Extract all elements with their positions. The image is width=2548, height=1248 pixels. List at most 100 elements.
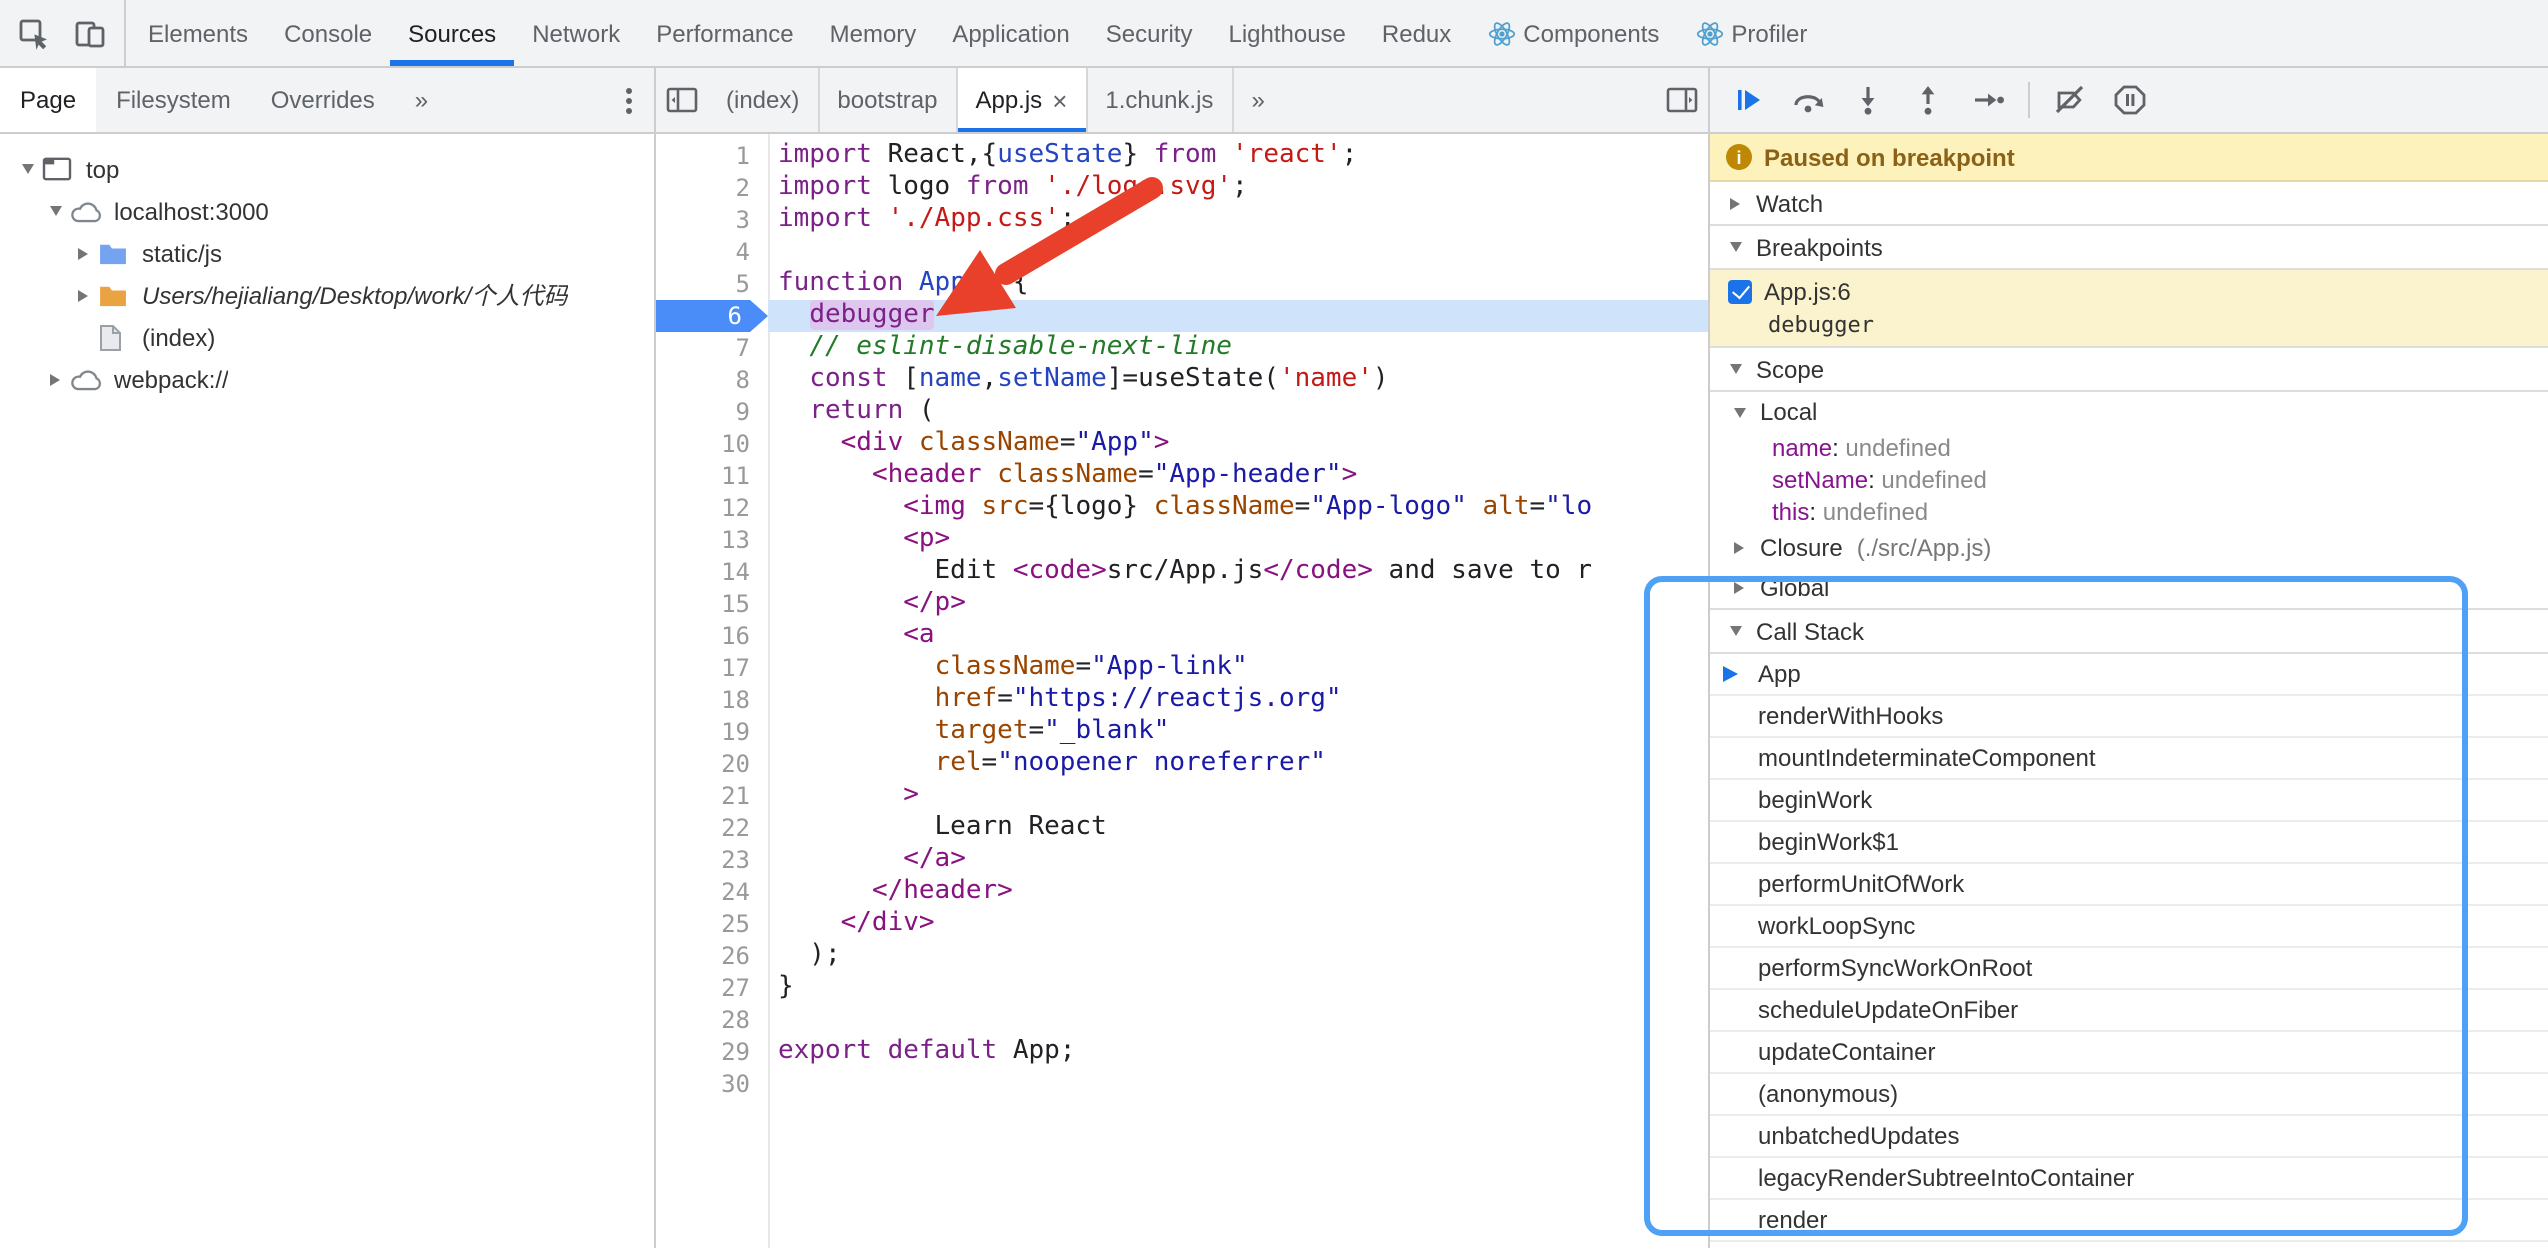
call-stack-frame[interactable]: beginWork [1710, 780, 2548, 822]
line-number[interactable]: 4 [656, 236, 768, 268]
step-into-button[interactable] [1840, 74, 1896, 126]
call-stack-frame[interactable]: scheduleUpdateOnFiber [1710, 990, 2548, 1032]
code-line-29[interactable]: 29export default App; [656, 1036, 1708, 1068]
line-number[interactable]: 22 [656, 812, 768, 844]
line-number[interactable]: 8 [656, 364, 768, 396]
line-number[interactable]: 27 [656, 972, 768, 1004]
code-line-19[interactable]: 19 target="_blank" [656, 716, 1708, 748]
code-line-21[interactable]: 21 > [656, 780, 1708, 812]
tab-console[interactable]: Console [266, 0, 390, 66]
tab-profiler[interactable]: Profiler [1677, 0, 1825, 66]
tree-item-localhost-3000[interactable]: localhost:3000 [0, 190, 654, 232]
call-stack-frame[interactable]: render [1710, 1200, 2548, 1242]
tab-application[interactable]: Application [934, 0, 1087, 66]
code-line-14[interactable]: 14 Edit <code>src/App.js</code> and save… [656, 556, 1708, 588]
code-line-4[interactable]: 4 [656, 236, 1708, 268]
code-line-11[interactable]: 11 <header className="App-header"> [656, 460, 1708, 492]
line-number[interactable]: 3 [656, 204, 768, 236]
line-number[interactable]: 17 [656, 652, 768, 684]
sidebar-tab-overrides[interactable]: Overrides [251, 68, 395, 132]
code-line-27[interactable]: 27} [656, 972, 1708, 1004]
code-line-2[interactable]: 2import logo from './logo.svg'; [656, 172, 1708, 204]
code-editor[interactable]: 1import React,{useState} from 'react';2i… [656, 134, 1710, 1248]
code-line-7[interactable]: 7 // eslint-disable-next-line [656, 332, 1708, 364]
deactivate-breakpoints-button[interactable] [2042, 74, 2098, 126]
pause-on-exceptions-button[interactable] [2102, 74, 2158, 126]
code-line-1[interactable]: 1import React,{useState} from 'react'; [656, 140, 1708, 172]
line-number[interactable]: 29 [656, 1036, 768, 1068]
tab-memory[interactable]: Memory [812, 0, 935, 66]
call-stack-frame[interactable]: updateContainer [1710, 1032, 2548, 1074]
tab-sources[interactable]: Sources [390, 0, 514, 66]
scope-variable[interactable]: this: undefined [1710, 496, 2548, 528]
code-line-17[interactable]: 17 className="App-link" [656, 652, 1708, 684]
tree-item-index[interactable]: (index) [0, 316, 654, 358]
toggle-navigator-icon[interactable] [656, 68, 708, 132]
inspect-element-icon[interactable] [6, 7, 62, 59]
step-out-button[interactable] [1900, 74, 1956, 126]
line-number[interactable]: 7 [656, 332, 768, 364]
editor-tab-item[interactable]: » [1233, 68, 1282, 132]
checkbox-checked-icon[interactable] [1728, 279, 1752, 303]
sidebar-tab-filesystem[interactable]: Filesystem [96, 68, 251, 132]
code-line-24[interactable]: 24 </header> [656, 876, 1708, 908]
section-scope[interactable]: Scope [1710, 348, 2548, 392]
call-stack-frame[interactable]: performSyncWorkOnRoot [1710, 948, 2548, 990]
tab-performance[interactable]: Performance [638, 0, 811, 66]
line-number[interactable]: 14 [656, 556, 768, 588]
editor-tab-bootstrap[interactable]: bootstrap [819, 68, 957, 132]
code-line-22[interactable]: 22 Learn React [656, 812, 1708, 844]
call-stack-frame[interactable]: workLoopSync [1710, 906, 2548, 948]
sidebar-tab-item[interactable]: » [395, 68, 448, 132]
tab-elements[interactable]: Elements [130, 0, 266, 66]
call-stack-frame[interactable]: unbatchedUpdates [1710, 1116, 2548, 1158]
line-number[interactable]: 18 [656, 684, 768, 716]
tree-item-users-hejialiang-desktop-work[interactable]: Users/hejialiang/Desktop/work/个人代码 [0, 274, 654, 316]
line-number[interactable]: 11 [656, 460, 768, 492]
code-line-5[interactable]: 5function App() { [656, 268, 1708, 300]
line-number[interactable]: 12 [656, 492, 768, 524]
code-line-23[interactable]: 23 </a> [656, 844, 1708, 876]
tab-network[interactable]: Network [514, 0, 638, 66]
scope-group-global[interactable]: Global [1710, 568, 2548, 608]
code-line-10[interactable]: 10 <div className="App"> [656, 428, 1708, 460]
section-call-stack[interactable]: Call Stack [1710, 610, 2548, 654]
code-line-25[interactable]: 25 </div> [656, 908, 1708, 940]
code-line-13[interactable]: 13 <p> [656, 524, 1708, 556]
line-number[interactable]: 16 [656, 620, 768, 652]
device-toolbar-icon[interactable] [62, 7, 118, 59]
editor-tab-1-chunk-js[interactable]: 1.chunk.js [1087, 68, 1233, 132]
tab-redux[interactable]: Redux [1364, 0, 1469, 66]
breakpoint-marker[interactable]: 6 [656, 300, 768, 332]
code-line-3[interactable]: 3import './App.css'; [656, 204, 1708, 236]
code-line-28[interactable]: 28 [656, 1004, 1708, 1036]
call-stack-frame[interactable]: (anonymous) [1710, 1074, 2548, 1116]
code-line-30[interactable]: 30 [656, 1068, 1708, 1100]
breakpoint-entry[interactable]: App.js:6debugger [1710, 270, 2548, 348]
code-line-6[interactable]: 6 debugger [656, 300, 1708, 332]
section-watch[interactable]: Watch [1710, 182, 2548, 226]
line-number[interactable]: 2 [656, 172, 768, 204]
call-stack-frame[interactable]: performUnitOfWork [1710, 864, 2548, 906]
line-number[interactable]: 1 [656, 140, 768, 172]
line-number[interactable]: 25 [656, 908, 768, 940]
line-number[interactable]: 28 [656, 1004, 768, 1036]
tab-lighthouse[interactable]: Lighthouse [1210, 0, 1363, 66]
resume-button[interactable] [1720, 74, 1776, 126]
call-stack-frame[interactable]: App [1710, 654, 2548, 696]
call-stack-frame[interactable]: mountIndeterminateComponent [1710, 738, 2548, 780]
line-number[interactable]: 9 [656, 396, 768, 428]
close-icon[interactable]: × [1052, 87, 1067, 113]
step-over-button[interactable] [1780, 74, 1836, 126]
section-breakpoints[interactable]: Breakpoints [1710, 226, 2548, 270]
tab-components[interactable]: Components [1469, 0, 1677, 66]
sidebar-tab-page[interactable]: Page [0, 68, 96, 132]
line-number[interactable]: 30 [656, 1068, 768, 1100]
tab-security[interactable]: Security [1088, 0, 1211, 66]
toggle-debugger-sidebar-icon[interactable] [1656, 68, 1708, 132]
step-button[interactable] [1960, 74, 2016, 126]
call-stack-frame[interactable]: legacyRenderSubtreeIntoContainer [1710, 1158, 2548, 1200]
line-number[interactable]: 23 [656, 844, 768, 876]
line-number[interactable]: 10 [656, 428, 768, 460]
tree-item-webpack[interactable]: webpack:// [0, 358, 654, 400]
